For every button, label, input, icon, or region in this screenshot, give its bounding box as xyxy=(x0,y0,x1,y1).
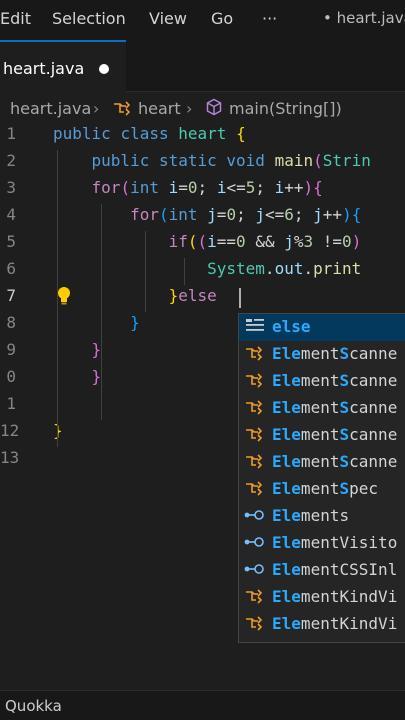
suggestion-item[interactable]: ElementScanne xyxy=(239,449,405,476)
autocomplete-suggest-widget[interactable]: else ElementScanne ElementScanne ElementSca… xyxy=(238,313,405,643)
code-line[interactable]: } xyxy=(53,340,102,359)
suggestion-label: ElementScanne xyxy=(272,452,398,471)
suggestion-label: ElementScanne xyxy=(272,371,398,390)
suggestion-item[interactable]: else xyxy=(239,314,405,341)
suggestion-label: ElementKindVi xyxy=(272,587,398,606)
code-line[interactable]: } xyxy=(53,313,140,332)
chevron-right-icon: › xyxy=(186,99,193,118)
suggestion-item[interactable]: ElementKindVi xyxy=(239,611,405,638)
suggestion-label: ElementCSSInl xyxy=(272,560,398,579)
breadcrumb-class[interactable]: heart xyxy=(138,99,181,118)
line-number: 8 xyxy=(6,313,16,332)
breadcrumb-method[interactable]: main(String[]) xyxy=(229,99,342,118)
menu-selection[interactable]: Selection xyxy=(52,9,126,28)
method-icon xyxy=(205,98,223,121)
suggestion-item[interactable]: ElementKindVi xyxy=(239,584,405,611)
indent-guide xyxy=(145,231,146,312)
suggestion-label: ElementScanne xyxy=(272,398,398,417)
suggestion-item[interactable]: ElementScanne xyxy=(239,368,405,395)
code-line[interactable]: public static void main(Strin xyxy=(53,151,371,170)
suggestion-label: Elements xyxy=(272,506,350,525)
line-number: 5 xyxy=(6,232,16,251)
suggestion-label: ElementScanne xyxy=(272,344,398,363)
code-line[interactable]: if((i==0 && j%3 !=0) xyxy=(53,232,362,251)
code-line[interactable]: System.out.print xyxy=(53,259,361,278)
menu-go[interactable]: Go xyxy=(211,9,233,28)
code-line[interactable]: } xyxy=(53,367,102,386)
suggestion-item[interactable]: ElementVisito xyxy=(239,530,405,557)
breadcrumb: heart.java › heart › main(String[]) xyxy=(0,93,405,123)
suggestion-item[interactable]: Elements xyxy=(239,503,405,530)
line-number: 1 xyxy=(6,124,16,143)
indent-guide xyxy=(184,258,185,285)
menu-view[interactable]: View xyxy=(149,9,187,28)
suggestion-item[interactable]: ElementSpec xyxy=(239,476,405,503)
menu-more[interactable]: ··· xyxy=(262,9,277,28)
menu-edit[interactable]: Edit xyxy=(0,9,31,28)
suggestion-label: ElementScanne xyxy=(272,425,398,444)
indent-guide xyxy=(101,204,102,420)
class-icon xyxy=(244,399,266,417)
class-icon xyxy=(244,588,266,606)
line-number: 7 xyxy=(6,286,16,305)
code-line[interactable]: for(int i=0; i<=5; i++){ xyxy=(53,178,323,197)
class-icon xyxy=(244,372,266,390)
code-line[interactable]: }else xyxy=(53,286,217,305)
line-number: 3 xyxy=(6,178,16,197)
class-icon xyxy=(244,345,266,363)
window-title: • heart.java xyxy=(323,9,405,27)
status-bar: Quokka xyxy=(0,690,405,720)
suggestion-item[interactable]: ElementCSSInl xyxy=(239,557,405,584)
text-cursor xyxy=(239,288,241,308)
field-icon xyxy=(244,534,266,552)
class-icon xyxy=(244,426,266,444)
class-icon xyxy=(244,453,266,471)
code-line[interactable]: public class heart { xyxy=(53,124,246,143)
line-number: 12 xyxy=(0,421,20,440)
lightbulb-icon[interactable] xyxy=(57,286,71,306)
suggestion-label: ElementVisito xyxy=(272,533,398,552)
line-number: 9 xyxy=(6,340,16,359)
chevron-right-icon: › xyxy=(93,99,100,118)
unsaved-dot-icon[interactable] xyxy=(99,64,109,74)
status-quokka[interactable]: Quokka xyxy=(5,697,62,715)
line-number: 4 xyxy=(6,205,16,224)
line-number: 0 xyxy=(6,367,16,386)
line-number: 6 xyxy=(6,259,16,278)
snippet-keyword-icon xyxy=(244,318,266,336)
line-number: 2 xyxy=(6,151,16,170)
class-icon xyxy=(244,480,266,498)
tab-heart-java[interactable]: heart.java xyxy=(0,40,126,92)
suggestion-item[interactable]: ElementScanne xyxy=(239,422,405,449)
editor-tab-strip: heart.java xyxy=(0,40,405,92)
class-icon xyxy=(244,615,266,633)
suggestion-label: else xyxy=(272,317,311,336)
suggestion-label: ElementSpec xyxy=(272,479,379,498)
breadcrumb-file[interactable]: heart.java xyxy=(10,99,91,118)
menu-bar: Edit Selection View Go ··· • heart.java xyxy=(0,0,405,40)
code-line[interactable]: for(int j=0; j<=6; j++){ xyxy=(53,205,361,224)
line-number: 1 xyxy=(6,394,16,413)
suggestion-label: ElementKindVi xyxy=(272,614,398,633)
field-icon xyxy=(244,561,266,579)
class-icon xyxy=(112,100,134,120)
line-number: 13 xyxy=(0,448,20,467)
field-icon xyxy=(244,507,266,525)
suggestion-item[interactable]: ElementScanne xyxy=(239,341,405,368)
suggestion-item[interactable]: ElementScanne xyxy=(239,395,405,422)
tab-label: heart.java xyxy=(3,59,85,78)
